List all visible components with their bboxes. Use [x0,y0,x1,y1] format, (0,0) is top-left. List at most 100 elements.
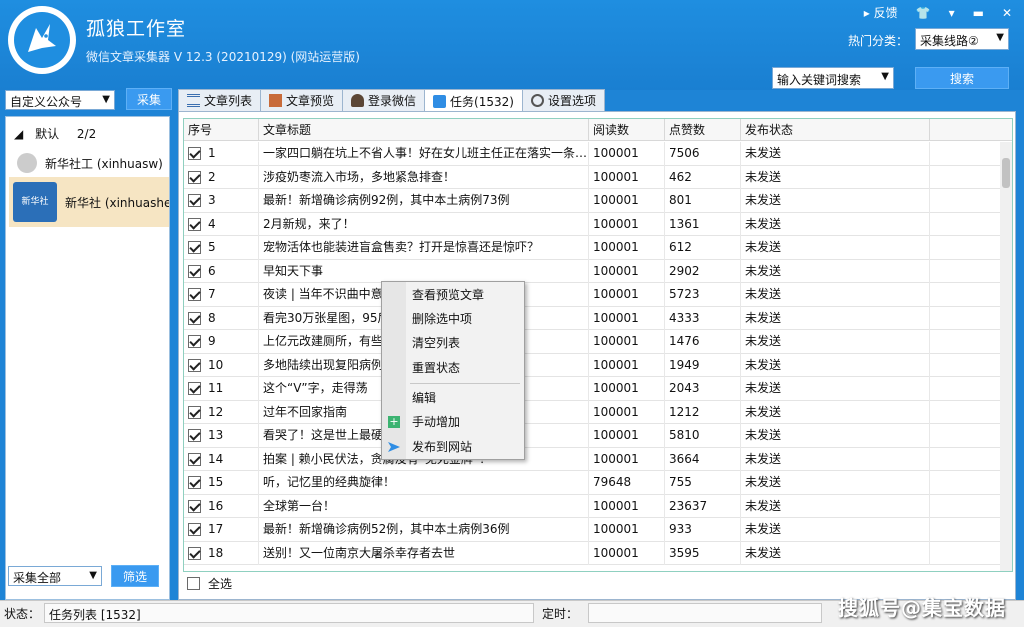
row-spacer [930,471,1002,495]
header-title[interactable]: 文章标题 [259,119,589,141]
minimize-icon[interactable]: ▬ [973,6,984,20]
source-select[interactable]: 自定义公众号 ▼ [5,90,115,110]
row-likes: 933 [665,518,741,542]
row-checkbox[interactable] [188,523,201,537]
menu-item-clear-list[interactable]: 清空列表 [412,334,460,352]
expand-icon[interactable]: ◢ [14,127,23,141]
table-row[interactable]: 10 多地陆续出现复阳病例 100001 1949 未发送 [184,353,1002,377]
table-row[interactable]: 7 夜读 | 当年不识曲中意 100001 5723 未发送 [184,283,1002,307]
menu-item-manual-add[interactable]: 手动增加 [412,413,460,431]
row-checkbox[interactable] [188,264,201,278]
table-row[interactable]: 17 最新！新增确诊病例52例，其中本土病例36例 100001 933 未发送 [184,518,1002,542]
row-number: 12 [208,404,224,419]
collect-all-select[interactable]: 采集全部 ▼ [8,566,102,586]
row-checkbox[interactable] [188,335,201,349]
menu-item-reset-status[interactable]: 重置状态 [412,359,460,377]
row-number: 2 [208,169,216,184]
tab-label: 设置选项 [547,94,596,108]
table-row[interactable]: 4 2月新规，来了！ 100001 1361 未发送 [184,212,1002,236]
row-checkbox[interactable] [188,382,201,396]
table-row[interactable]: 2 涉疫奶枣流入市场，多地紧急排查！ 100001 462 未发送 [184,165,1002,189]
row-status: 未发送 [741,189,930,213]
table-row[interactable]: 16 全球第一台！ 100001 23637 未发送 [184,494,1002,518]
row-checkbox[interactable] [188,405,201,419]
row-reads: 100001 [589,189,665,213]
row-status: 未发送 [741,212,930,236]
menu-icon[interactable]: ▾ [949,6,955,20]
row-status: 未发送 [741,400,930,424]
menu-item-delete-selected[interactable]: 删除选中项 [412,310,472,328]
row-title: 2月新规，来了！ [259,212,589,236]
shirt-icon[interactable]: 👕 [916,6,931,20]
collect-button[interactable]: 采集 [126,88,172,110]
table-row[interactable]: 18 送别！又一位南京大屠杀幸存者去世 100001 3595 未发送 [184,541,1002,565]
row-status: 未发送 [741,471,930,495]
menu-item-edit[interactable]: 编辑 [412,389,436,407]
tab-settings[interactable]: 设置选项 [521,89,605,111]
row-likes: 3664 [665,447,741,471]
row-checkbox[interactable] [188,170,201,184]
header-reads[interactable]: 阅读数 [589,119,665,141]
table-row[interactable]: 8 看完30万张星图，95后 100001 4333 未发送 [184,306,1002,330]
row-checkbox[interactable] [188,546,201,560]
account-item[interactable]: 新华社工 (xinhuasw) [9,151,169,175]
tab-article-preview[interactable]: 文章预览 [260,89,344,111]
row-number: 10 [208,357,224,372]
row-checkbox[interactable] [188,499,201,513]
account-group[interactable]: ◢ 默认 2/2 [14,125,96,142]
close-icon[interactable]: ✕ [1002,6,1012,20]
group-name: 默认 [35,127,60,141]
row-checkbox[interactable] [188,288,201,302]
row-title: 宠物活体也能装进盲盒售卖？打开是惊喜还是惊吓？ [259,236,589,260]
row-status: 未发送 [741,236,930,260]
feedback-link[interactable]: ▸ 反馈 [864,4,898,21]
menu-item-publish[interactable]: 发布到网站 [412,438,472,456]
avatar: 新华社 [13,182,57,222]
table-row[interactable]: 3 最新！新增确诊病例92例，其中本土病例73例 100001 801 未发送 [184,189,1002,213]
row-checkbox[interactable] [188,194,201,208]
row-reads: 100001 [589,541,665,565]
tab-task[interactable]: 任务(1532) [424,89,523,112]
table-row[interactable]: 11 这个“V”字，走得荡 100001 2043 未发送 [184,377,1002,401]
select-all-checkbox[interactable] [187,577,200,590]
table-row[interactable]: 14 拍案 | 赖小民伏法，贪腐没有“免死金牌”！ 100001 3664 未发送 [184,447,1002,471]
account-list-panel: ◢ 默认 2/2 新华社工 (xinhuasw) 新华社 新华社 (xinhua… [5,116,170,600]
row-checkbox[interactable] [188,147,201,161]
header-likes[interactable]: 点赞数 [665,119,741,141]
row-reads: 100001 [589,377,665,401]
table-row[interactable]: 9 上亿元改建厕所，有些 100001 1476 未发送 [184,330,1002,354]
row-status: 未发送 [741,165,930,189]
search-button[interactable]: 搜索 [915,67,1009,89]
row-checkbox[interactable] [188,452,201,466]
table-row[interactable]: 15 听，记忆里的经典旋律！ 79648 755 未发送 [184,471,1002,495]
row-checkbox[interactable] [188,429,201,443]
vertical-scrollbar[interactable] [1000,142,1012,571]
table-row[interactable]: 5 宠物活体也能装进盲盒售卖？打开是惊喜还是惊吓？ 100001 612 未发送 [184,236,1002,260]
header-no[interactable]: 序号 [184,119,259,141]
row-title: 最新！新增确诊病例52例，其中本土病例36例 [259,518,589,542]
row-likes: 1361 [665,212,741,236]
account-item-selected[interactable]: 新华社 新华社 (xinhuashe [9,177,169,227]
row-number-cell: 18 [184,541,259,565]
keyword-search-select[interactable]: 输入关键词搜索 ▼ [772,67,894,89]
hot-category-select[interactable]: 采集线路② ▼ [915,28,1009,50]
filter-button[interactable]: 筛选 [111,565,159,587]
tab-login-wechat[interactable]: 登录微信 [342,89,426,111]
row-checkbox[interactable] [188,358,201,372]
row-checkbox[interactable] [188,476,201,490]
header-status[interactable]: 发布状态 [741,119,930,141]
menu-item-preview[interactable]: 查看预览文章 [412,286,484,304]
row-spacer [930,518,1002,542]
row-checkbox[interactable] [188,241,201,255]
table-row[interactable]: 1 一家四口躺在坑上不省人事！好在女儿班主任正在落实一条… 100001 7506 未发… [184,142,1002,166]
row-reads: 100001 [589,259,665,283]
scroll-thumb[interactable] [1002,158,1010,188]
tab-article-list[interactable]: 文章列表 [178,89,262,111]
row-checkbox[interactable] [188,217,201,231]
select-all[interactable]: 全选 [187,575,232,592]
table-row[interactable]: 13 看哭了！这是世上最硬 100001 5810 未发送 [184,424,1002,448]
table-row[interactable]: 12 过年不回家指南 100001 1212 未发送 [184,400,1002,424]
table-row[interactable]: 6 早知天下事 100001 2902 未发送 [184,259,1002,283]
select-all-label: 全选 [208,577,233,591]
row-checkbox[interactable] [188,311,201,325]
